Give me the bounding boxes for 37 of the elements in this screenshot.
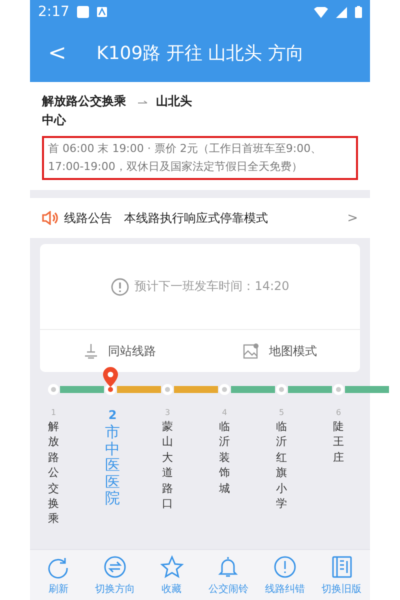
alert-icon — [273, 554, 298, 578]
signal-icon — [336, 6, 347, 18]
wifi-icon — [314, 6, 328, 18]
page-title: K109路 开往 山北头 方向 — [96, 42, 305, 65]
station-name[interactable]: 临沂红旗小学 — [276, 419, 287, 512]
status-time: 2:17 — [38, 4, 70, 20]
station-name[interactable]: 临沂装饰城 — [219, 419, 230, 496]
chevron-icon: > — [347, 210, 358, 226]
speaker-icon — [42, 211, 58, 225]
layout-icon — [330, 554, 354, 578]
station-number: 1 — [50, 408, 58, 417]
same-stop-routes-button[interactable]: 同站线路 — [40, 330, 200, 372]
station-name[interactable]: 陡王庄 — [333, 419, 344, 466]
map-icon — [243, 343, 259, 359]
map-mode-button[interactable]: 地图模式 — [200, 330, 360, 372]
swap-icon — [103, 554, 127, 578]
arrow-icon — [138, 100, 148, 106]
alert-icon — [110, 278, 129, 296]
star-icon — [160, 554, 184, 578]
station-number: 4 — [220, 408, 228, 417]
station-name[interactable]: 蒙山大道路口 — [162, 419, 173, 512]
bell-icon — [216, 554, 240, 578]
terminal-stop: 山北头 — [156, 93, 193, 110]
station-number: 3 — [164, 408, 172, 417]
station-number: 5 — [278, 408, 286, 417]
origin-stop: 解放路公交换乘中心 — [42, 93, 127, 129]
notification-icon — [77, 6, 90, 18]
schedule-text: 首 06:00 末 19:00 · 票价 2元（工作日首班车至9:00、17:00-19:00，双休日及国家法定节假日全天免费） — [42, 136, 358, 180]
notice-text: 本线路执行响应式停靠模式 — [124, 210, 269, 226]
battery-icon — [355, 6, 362, 18]
app-notification-icon — [97, 7, 108, 17]
station-name[interactable]: 解放路公交换乘 — [48, 419, 59, 527]
notice-row[interactable]: 线路公告 本线路执行响应式停靠模式 > — [30, 198, 370, 238]
notice-label: 线路公告 — [64, 210, 112, 226]
station-number: 2 — [107, 408, 118, 422]
station-number: 6 — [334, 408, 342, 417]
next-departure-text: 预计下一班发车时间：14:20 — [134, 278, 290, 295]
